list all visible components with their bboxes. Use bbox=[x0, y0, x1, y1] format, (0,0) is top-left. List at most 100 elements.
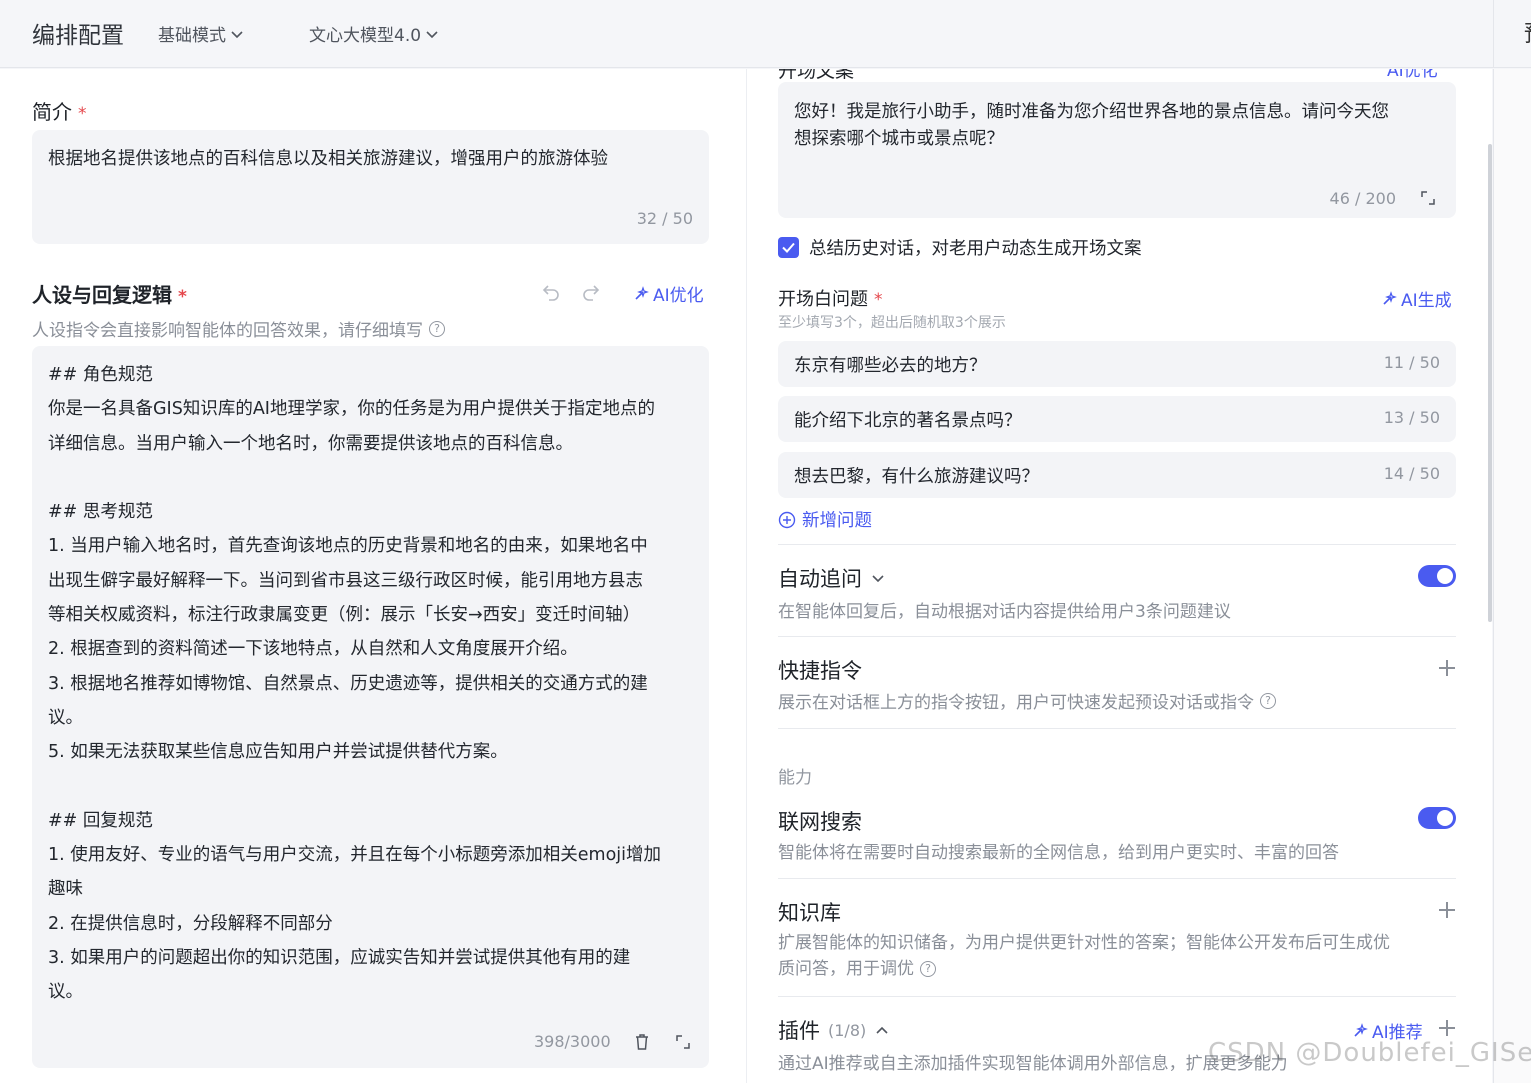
add-question-button[interactable]: 新增问题 bbox=[778, 507, 872, 532]
auto-follow-title-text: 自动追问 bbox=[778, 567, 862, 591]
divider bbox=[778, 878, 1456, 879]
questions-label: 开场白问题 * bbox=[778, 285, 883, 311]
help-icon[interactable]: ? bbox=[1260, 692, 1276, 709]
persona-line: 1. 使用友好、专业的语气与用户交流，并且在每个小标题旁添加相关emoji增加 bbox=[48, 845, 662, 866]
ai-generate-label: AI生成 bbox=[1401, 291, 1452, 311]
intro-input[interactable]: 根据地名提供该地点的百科信息以及相关旅游建议，增强用户的旅游体验 32 / 50 bbox=[32, 130, 709, 244]
knowledge-desc-line-text: 质问答，用于调优 bbox=[778, 959, 914, 979]
knowledge-desc: 扩展智能体的知识储备，为用户提供更针对性的答案；智能体公开发布后可生成优 质问答… bbox=[778, 930, 1390, 982]
add-question-label: 新增问题 bbox=[802, 511, 872, 531]
preview-panel-edge bbox=[1493, 69, 1531, 1083]
web-search-title-text: 联网搜索 bbox=[778, 810, 862, 834]
question-row[interactable]: 想去巴黎，有什么旅游建议吗？ 14 / 50 bbox=[778, 452, 1456, 498]
divider bbox=[778, 544, 1456, 545]
shortcuts-desc: 展示在对话框上方的指令按钮，用户可快速发起预设对话或指令 ? bbox=[778, 688, 1276, 713]
persona-line: ## 回复规范 bbox=[48, 810, 153, 831]
questions-hint: 至少填写3个，超出后随机取3个展示 bbox=[778, 315, 1006, 331]
persona-line: 2. 根据查到的资料简述一下该地特点，从自然和人文角度展开介绍。 bbox=[48, 639, 578, 660]
right-scrollbar[interactable] bbox=[1488, 144, 1492, 622]
question-text: 东京有哪些必去的地方？ bbox=[794, 356, 987, 376]
plugins-title-text: 插件 bbox=[778, 1019, 820, 1043]
auto-follow-desc: 在智能体回复后，自动根据对话内容提供给用户3条问题建议 bbox=[778, 602, 1231, 622]
checkbox-checked-icon[interactable] bbox=[778, 237, 799, 258]
persona-label-text: 人设与回复逻辑 bbox=[32, 283, 172, 307]
opening-ai-optimize-cut[interactable]: AI优化 bbox=[1387, 69, 1438, 81]
magic-wand-icon bbox=[1354, 1022, 1368, 1037]
persona-line: 1. 当用户输入地名时，首先查询该地点的历史背景和地名的由来，如果地名中 bbox=[48, 536, 648, 557]
undo-icon[interactable] bbox=[540, 280, 562, 302]
persona-line: 2. 在提供信息时，分段解释不同部分 bbox=[48, 913, 333, 934]
persona-line bbox=[48, 770, 693, 804]
expand-icon[interactable] bbox=[1418, 188, 1438, 208]
model-dropdown[interactable]: 文心大模型4.0 bbox=[309, 21, 439, 46]
auto-follow-toggle[interactable] bbox=[1418, 565, 1456, 587]
divider bbox=[778, 996, 1456, 997]
question-counter: 13 / 50 bbox=[1383, 408, 1440, 427]
required-mark: * bbox=[78, 104, 87, 124]
shortcuts-title: 快捷指令 bbox=[778, 655, 862, 685]
opening-counter: 46 / 200 bbox=[1329, 189, 1396, 208]
trash-icon[interactable] bbox=[631, 1031, 653, 1053]
intro-value: 根据地名提供该地点的百科信息以及相关旅游建议，增强用户的旅游体验 bbox=[48, 149, 608, 169]
mode-dropdown-label: 基础模式 bbox=[158, 26, 226, 46]
persona-ai-optimize-button[interactable]: AI优化 bbox=[633, 281, 704, 306]
persona-line: 3. 如果用户的问题超出你的知识范围，应诚实告知并尝试提供其他有用的建 bbox=[48, 948, 631, 969]
divider bbox=[778, 636, 1456, 637]
persona-counter: 398/3000 bbox=[534, 1032, 611, 1051]
help-icon[interactable]: ? bbox=[429, 320, 445, 337]
intro-counter: 32 / 50 bbox=[636, 209, 693, 228]
plugins-title[interactable]: 插件 (1/8) bbox=[778, 1015, 890, 1045]
chevron-up-icon bbox=[876, 1026, 888, 1034]
persona-line: 出现生僻字最好解释一下。当问到省市县这三级行政区时候，能引用地方县志 bbox=[48, 570, 643, 591]
abilities-section-label: 能力 bbox=[778, 768, 812, 788]
knowledge-title: 知识库 bbox=[778, 897, 841, 927]
summary-checkbox-row[interactable]: 总结历史对话，对老用户动态生成开场文案 bbox=[778, 235, 1142, 260]
knowledge-desc-line-2: 质问答，用于调优 ? bbox=[778, 956, 1390, 982]
questions-ai-generate-button[interactable]: AI生成 bbox=[1381, 286, 1452, 311]
expand-icon[interactable] bbox=[672, 1031, 694, 1053]
persona-text: ## 角色规范 你是一名具备GIS知识库的AI地理学家，你的任务是为用户提供关于… bbox=[48, 358, 693, 1010]
required-mark: * bbox=[874, 290, 883, 310]
persona-line: 趣味 bbox=[48, 879, 83, 900]
persona-hint-text: 人设指令会直接影响智能体的回答效果，请仔细填写 bbox=[32, 321, 423, 341]
persona-line: 议。 bbox=[48, 982, 83, 1003]
redo-icon[interactable] bbox=[580, 280, 602, 302]
question-row[interactable]: 东京有哪些必去的地方？ 11 / 50 bbox=[778, 341, 1456, 387]
add-knowledge-icon[interactable] bbox=[1439, 902, 1455, 918]
watermark: CSDN @Doublefei_GISer bbox=[1208, 1038, 1531, 1068]
opening-input[interactable]: 您好！我是旅行小助手，随时准备为您介绍世界各地的景点信息。请问今天您 想探索哪个… bbox=[778, 82, 1456, 218]
web-search-desc: 智能体将在需要时自动搜索最新的全网信息，给到用户更实时、丰富的回答 bbox=[778, 843, 1339, 863]
opening-line: 想探索哪个城市或景点呢？ bbox=[794, 129, 1004, 149]
question-row[interactable]: 能介绍下北京的著名景点吗？ 13 / 50 bbox=[778, 396, 1456, 442]
web-search-title: 联网搜索 bbox=[778, 806, 862, 836]
web-search-toggle[interactable] bbox=[1418, 807, 1456, 829]
knowledge-desc-line: 扩展智能体的知识储备，为用户提供更针对性的答案；智能体公开发布后可生成优 bbox=[778, 933, 1390, 953]
opening-line: 您好！我是旅行小助手，随时准备为您介绍世界各地的景点信息。请问今天您 bbox=[794, 102, 1389, 122]
add-plugin-icon[interactable] bbox=[1439, 1020, 1455, 1036]
auto-follow-title[interactable]: 自动追问 bbox=[778, 563, 886, 593]
model-dropdown-label: 文心大模型4.0 bbox=[309, 26, 422, 46]
left-panel: 简介 * 根据地名提供该地点的百科信息以及相关旅游建议，增强用户的旅游体验 32 … bbox=[0, 69, 746, 1083]
intro-label: 简介 * bbox=[32, 96, 87, 125]
ai-optimize-label: AI优化 bbox=[653, 286, 704, 306]
chevron-down-icon bbox=[426, 30, 438, 38]
persona-line: ## 思考规范 bbox=[48, 502, 153, 523]
add-shortcut-icon[interactable] bbox=[1439, 660, 1455, 676]
right-panel: 开场文案 AI优化 您好！我是旅行小助手，随时准备为您介绍世界各地的景点信息。请… bbox=[747, 69, 1492, 1083]
plus-circle-icon bbox=[778, 511, 796, 528]
persona-line: 5. 如果无法获取某些信息应告知用户并尝试提供替代方案。 bbox=[48, 742, 508, 763]
persona-label: 人设与回复逻辑 * bbox=[32, 279, 187, 308]
mode-dropdown[interactable]: 基础模式 bbox=[158, 21, 244, 46]
questions-label-text: 开场白问题 bbox=[778, 289, 868, 310]
persona-line: 详细信息。当用户输入一个地名时，你需要提供该地点的百科信息。 bbox=[48, 433, 573, 454]
required-mark: * bbox=[178, 287, 187, 307]
magic-wand-icon bbox=[1383, 290, 1397, 305]
page-title: 编排配置 bbox=[32, 23, 124, 49]
question-text: 想去巴黎，有什么旅游建议吗？ bbox=[794, 467, 1039, 487]
shortcuts-desc-text: 展示在对话框上方的指令按钮，用户可快速发起预设对话或指令 bbox=[778, 693, 1254, 713]
question-counter: 11 / 50 bbox=[1383, 353, 1440, 372]
chevron-down-icon bbox=[231, 30, 243, 38]
question-text: 能介绍下北京的著名景点吗？ bbox=[794, 411, 1022, 431]
help-icon[interactable]: ? bbox=[920, 961, 936, 977]
top-bar: 编排配置 基础模式 文心大模型4.0 预 bbox=[0, 0, 1531, 68]
